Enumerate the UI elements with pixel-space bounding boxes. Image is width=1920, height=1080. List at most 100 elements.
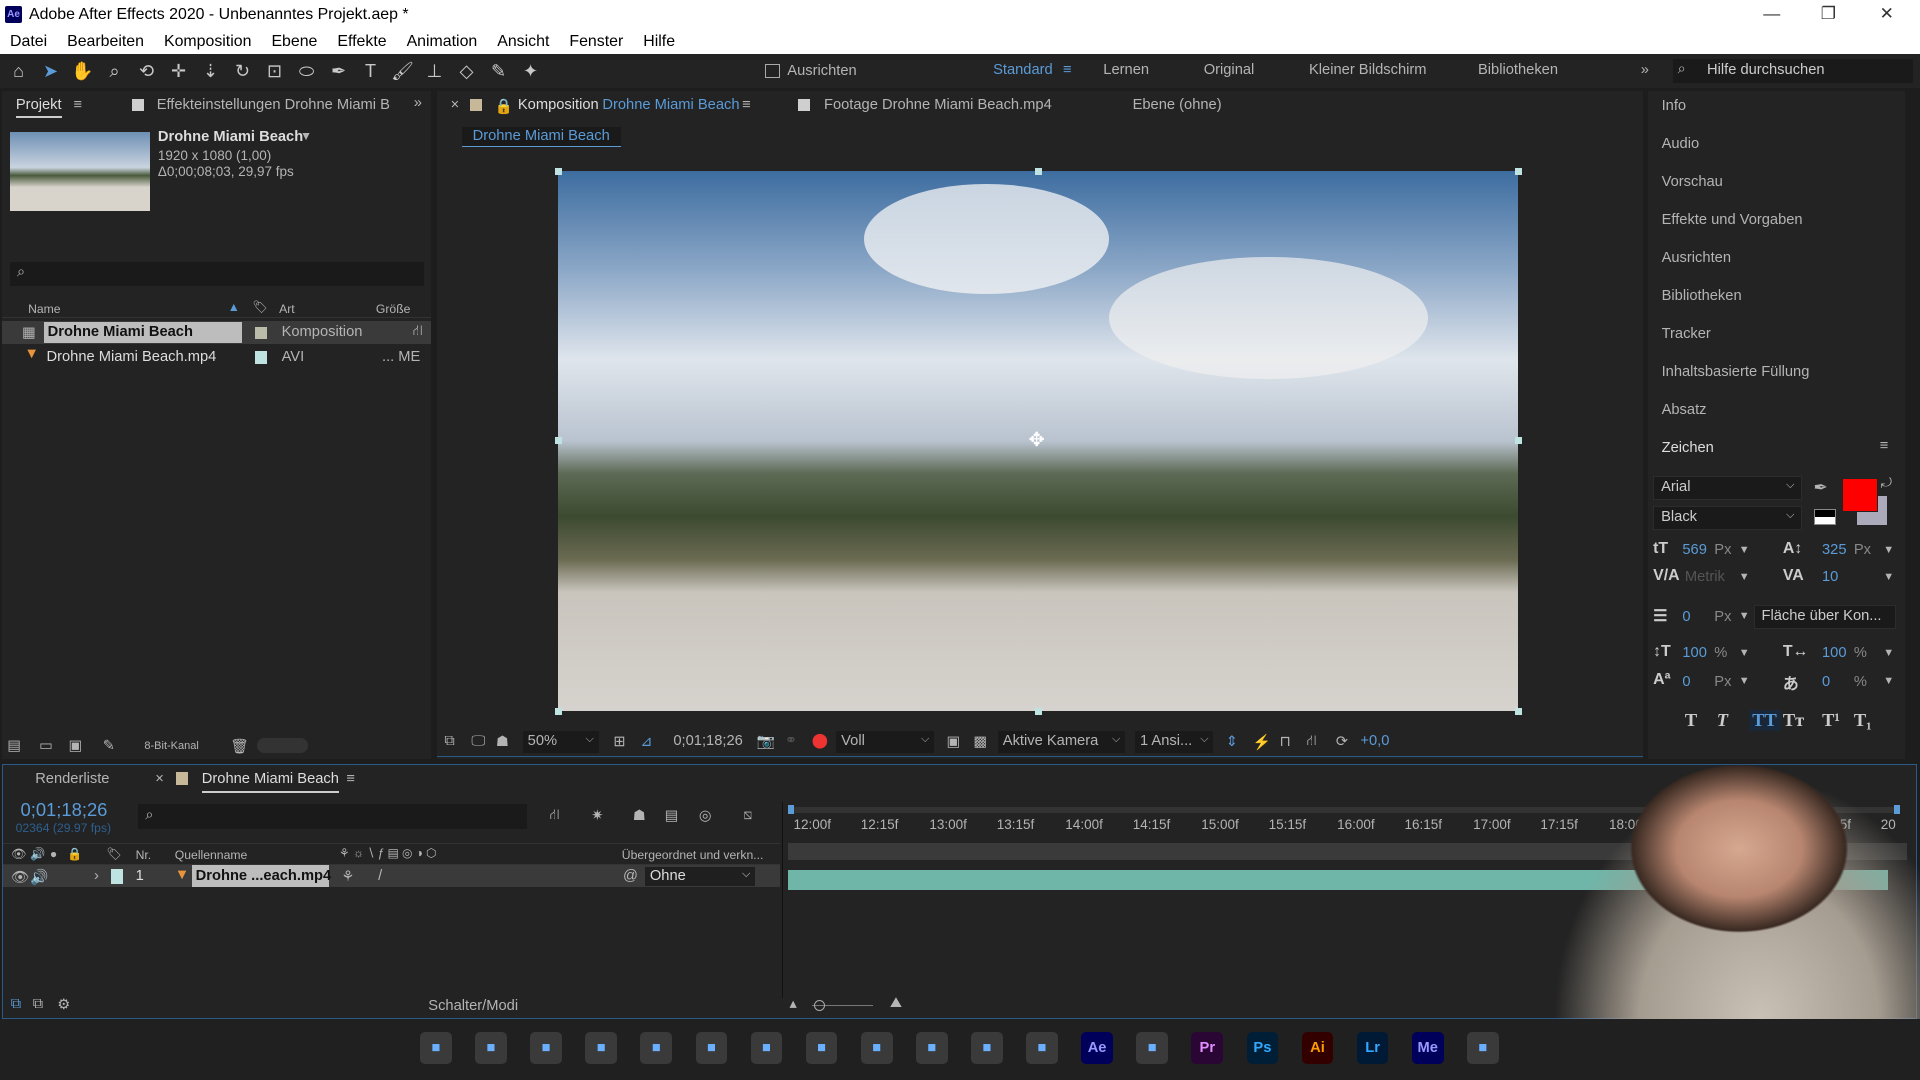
superscript-button[interactable]: T¹	[1822, 710, 1840, 731]
roto-tool-icon[interactable]: ✎	[485, 58, 512, 85]
small-caps-button[interactable]: Tт	[1783, 710, 1804, 731]
transfer-controls-icon[interactable]: ⧉	[33, 996, 44, 1012]
rotate-tool-icon[interactable]: ↻	[229, 58, 256, 85]
preview-image[interactable]: ✥	[558, 171, 1519, 712]
parent-select[interactable]: Ohne ⌵	[644, 866, 756, 887]
eraser-tool-icon[interactable]: ◇	[453, 58, 480, 85]
orbit-tool-icon[interactable]: ⟲	[133, 58, 160, 85]
region-of-interest-icon[interactable]: ▣	[946, 733, 960, 750]
tab-composition[interactable]: Drohne Miami Beach	[602, 97, 739, 113]
anchor-tool-icon[interactable]: ⊡	[261, 58, 288, 85]
layer-row[interactable]: 👁 🔊 › 1 ▼ Drohne ...each.mp4 ⚘ / @ Ohne ⌵	[3, 865, 780, 888]
new-comp-icon[interactable]: ▣	[68, 737, 82, 754]
new-folder-icon[interactable]: ▭	[39, 737, 53, 754]
all-caps-button[interactable]: TT	[1748, 710, 1781, 732]
panel-item[interactable]: Bibliotheken	[1662, 288, 1742, 304]
flowchart-icon[interactable]: ⛙	[1306, 733, 1316, 751]
font-style-select[interactable]: Black ⌵	[1653, 505, 1803, 530]
dropdown-arrow-icon[interactable]: ▼	[1883, 571, 1894, 583]
workspace-lernen[interactable]: Lernen	[1103, 62, 1149, 78]
workspace-libraries[interactable]: Bibliotheken	[1478, 62, 1558, 78]
lock-icon[interactable]: 🔒	[495, 97, 513, 115]
vertical-scale-value[interactable]: 100	[1682, 645, 1707, 661]
solo-icon[interactable]: ●	[50, 847, 57, 861]
fill-color-swatch[interactable]	[1841, 477, 1879, 512]
home-icon[interactable]: ⌂	[5, 58, 32, 85]
timeline-search-input[interactable]: ⌕	[138, 804, 528, 829]
workspace-original[interactable]: Original	[1204, 62, 1255, 78]
quality-switch-icon[interactable]: /	[378, 868, 382, 884]
taskbar-search-icon[interactable]: ■	[475, 1032, 507, 1064]
tsume-value[interactable]: 0	[1822, 674, 1830, 690]
taskbar-app-icon[interactable]: ■	[915, 1032, 948, 1064]
thumbnail-slider[interactable]	[257, 738, 309, 754]
selection-tool-icon[interactable]: ➤	[37, 58, 64, 85]
taskbar-pr-icon[interactable]: Pr	[1191, 1032, 1224, 1064]
close-tab-icon[interactable]: ×	[451, 97, 460, 113]
anchor-point-icon[interactable]: ✥	[1028, 428, 1044, 452]
handle[interactable]	[1514, 437, 1522, 445]
pick-whip-icon[interactable]: @	[623, 868, 638, 884]
monitor-icon[interactable]: 🖵	[471, 733, 485, 749]
taskbar-ai-icon[interactable]: Ai	[1301, 1032, 1334, 1064]
shy-switch-icon[interactable]: ⚘	[341, 868, 354, 885]
panel-item[interactable]: Absatz	[1662, 402, 1707, 418]
taskbar-ae-icon[interactable]: Ae	[1081, 1032, 1113, 1064]
tab-effect-controls[interactable]: Effekteinstellungen Drohne Miami B	[157, 97, 390, 113]
taskbar-app-icon[interactable]: ■	[971, 1032, 1003, 1064]
sort-ascending-icon[interactable]: ▲	[228, 300, 240, 314]
menu-item[interactable]: Ansicht	[487, 33, 559, 51]
column-parent[interactable]: Übergeordnet und verkn...	[622, 848, 764, 862]
taskbar-app-icon[interactable]: ■	[1136, 1032, 1169, 1064]
tab-layer[interactable]: Ebene (ohne)	[1133, 97, 1222, 113]
pan-tool-icon[interactable]: ✛	[165, 58, 192, 85]
audio-toggle-icon[interactable]: 🔊	[30, 868, 48, 886]
taskbar-windows-icon[interactable]: ■	[420, 1032, 452, 1064]
close-button[interactable]: ✕	[1880, 4, 1894, 24]
menu-item[interactable]: Datei	[0, 33, 57, 51]
more-workspaces-icon[interactable]: »	[1641, 62, 1649, 78]
comp-dropdown-icon[interactable]: ▼	[300, 129, 312, 143]
taskbar-ps-icon[interactable]: Ps	[1246, 1032, 1279, 1064]
brush-icon[interactable]: ✎	[103, 737, 115, 754]
panel-menu-icon[interactable]: ≡	[346, 771, 355, 787]
zoom-in-icon[interactable]: ⛰	[890, 995, 902, 1011]
close-tab-icon[interactable]: ×	[155, 771, 164, 787]
workspace-standard[interactable]: Standard	[993, 62, 1053, 78]
project-item-comp[interactable]: ▦ Drohne Miami Beach Komposition ⛙	[2, 320, 431, 345]
column-type[interactable]: Art	[279, 302, 295, 316]
dropdown-arrow-icon[interactable]: ▼	[1883, 544, 1894, 556]
video-icon[interactable]: 👁	[11, 847, 26, 861]
hand-tool-icon[interactable]: ✋	[69, 58, 96, 85]
kerning-value[interactable]: Metrik	[1685, 569, 1725, 585]
minimize-button[interactable]: —	[1763, 4, 1780, 24]
taskbar-widgets-icon[interactable]: ■	[585, 1032, 618, 1064]
taskbar-firefox-icon[interactable]: ■	[805, 1032, 838, 1064]
lock-icon[interactable]: 🔒	[67, 847, 82, 861]
comp-flowchart-icon[interactable]: ⛙	[549, 807, 559, 825]
exposure-value[interactable]: +0,0	[1360, 733, 1389, 749]
workspace-small-screen[interactable]: Kleiner Bildschirm	[1309, 62, 1427, 78]
horizontal-scale-value[interactable]: 100	[1822, 645, 1847, 661]
panel-menu-icon[interactable]: ≡	[1880, 438, 1889, 454]
column-size[interactable]: Größe	[376, 302, 411, 316]
handle[interactable]	[554, 707, 562, 715]
toggle-pixel-aspect-icon[interactable]: ⇕	[1226, 733, 1238, 750]
expand-panels-icon[interactable]: »	[414, 95, 422, 111]
dropdown-arrow-icon[interactable]: ▼	[1739, 610, 1750, 622]
bit-depth[interactable]: 8-Bit-Kanal	[144, 740, 198, 752]
black-white-swatch[interactable]	[1813, 509, 1836, 526]
handle[interactable]	[1514, 167, 1522, 175]
taskbar-task-view-icon[interactable]: ■	[530, 1032, 562, 1064]
handle[interactable]	[1514, 707, 1522, 715]
panel-item[interactable]: Ausrichten	[1662, 250, 1731, 266]
reset-exposure-icon[interactable]: ⟳	[1336, 733, 1348, 750]
tab-timeline-comp[interactable]: Drohne Miami Beach	[201, 771, 339, 793]
dropdown-arrow-icon[interactable]: ▼	[1883, 675, 1894, 687]
video-toggle-icon[interactable]: 👁	[11, 868, 30, 886]
taskbar-folder-icon[interactable]: ■	[1466, 1032, 1499, 1064]
menu-item[interactable]: Bearbeiten	[57, 33, 154, 51]
safe-margins-icon[interactable]: ⊞	[613, 733, 625, 750]
maximize-button[interactable]: ❐	[1821, 4, 1836, 24]
zoom-select[interactable]: 50% ⌵	[522, 730, 599, 753]
